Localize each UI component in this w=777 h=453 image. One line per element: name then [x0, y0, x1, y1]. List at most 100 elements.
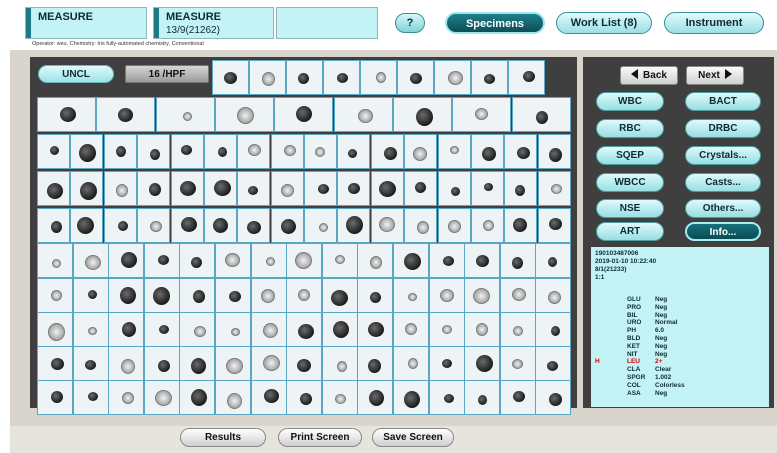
cell-image[interactable] — [179, 312, 215, 347]
cell-image[interactable] — [251, 380, 287, 415]
cell-image[interactable] — [96, 97, 155, 132]
cell-image[interactable] — [357, 278, 393, 313]
cell-image[interactable] — [512, 97, 571, 132]
cell-image[interactable] — [137, 134, 170, 169]
cell-image[interactable] — [108, 278, 144, 313]
cell-image[interactable] — [286, 312, 322, 347]
cell-image[interactable] — [429, 243, 465, 278]
category-button-wbc[interactable]: WBC — [596, 92, 664, 111]
cell-image[interactable] — [73, 346, 109, 381]
cell-image[interactable] — [393, 380, 429, 415]
category-button-sqep[interactable]: SQEP — [596, 146, 664, 165]
cell-image[interactable] — [393, 278, 429, 313]
cell-image[interactable] — [323, 60, 360, 95]
back-button[interactable]: Back — [620, 66, 678, 85]
cell-image[interactable] — [371, 134, 404, 169]
cell-image[interactable] — [538, 171, 571, 206]
cell-image[interactable] — [286, 243, 322, 278]
cell-image[interactable] — [70, 208, 103, 243]
cell-image[interactable] — [215, 346, 251, 381]
cell-image[interactable] — [73, 243, 109, 278]
cell-image[interactable] — [286, 346, 322, 381]
cell-image[interactable] — [304, 171, 337, 206]
cell-image[interactable] — [108, 346, 144, 381]
cell-image[interactable] — [397, 60, 434, 95]
cell-image[interactable] — [538, 134, 571, 169]
cell-image[interactable] — [37, 134, 70, 169]
cell-image[interactable] — [215, 380, 251, 415]
category-label-pill[interactable]: UNCL — [38, 65, 114, 83]
cell-image[interactable] — [70, 171, 103, 206]
cell-image[interactable] — [104, 208, 137, 243]
cell-image[interactable] — [357, 380, 393, 415]
cell-image[interactable] — [179, 278, 215, 313]
cell-image[interactable] — [37, 97, 96, 132]
help-button[interactable]: ? — [395, 13, 425, 33]
cell-image[interactable] — [471, 208, 504, 243]
cell-image[interactable] — [237, 208, 270, 243]
cell-image[interactable] — [464, 312, 500, 347]
cell-image[interactable] — [70, 134, 103, 169]
cell-image[interactable] — [322, 346, 358, 381]
cell-image[interactable] — [504, 134, 537, 169]
cell-image[interactable] — [171, 171, 204, 206]
results-button[interactable]: Results — [180, 428, 266, 447]
cell-image[interactable] — [404, 171, 437, 206]
cell-image[interactable] — [464, 243, 500, 278]
cell-image[interactable] — [274, 97, 333, 132]
tab-work-list[interactable]: Work List (8) — [556, 12, 652, 34]
cell-image[interactable] — [429, 380, 465, 415]
cell-image[interactable] — [538, 208, 571, 243]
cell-image[interactable] — [37, 380, 73, 415]
cell-image[interactable] — [271, 171, 304, 206]
cell-image[interactable] — [535, 380, 571, 415]
cell-image[interactable] — [500, 346, 536, 381]
cell-image[interactable] — [237, 134, 270, 169]
cell-image[interactable] — [393, 312, 429, 347]
cell-image[interactable] — [215, 312, 251, 347]
cell-image[interactable] — [334, 97, 393, 132]
cell-image[interactable] — [286, 278, 322, 313]
cell-image[interactable] — [237, 171, 270, 206]
cell-image[interactable] — [357, 346, 393, 381]
cell-image[interactable] — [144, 346, 180, 381]
category-button-others[interactable]: Others... — [685, 199, 761, 218]
cell-image[interactable] — [179, 346, 215, 381]
cell-image[interactable] — [357, 243, 393, 278]
tab-specimens[interactable]: Specimens — [445, 12, 545, 34]
cell-image[interactable] — [179, 380, 215, 415]
cell-image[interactable] — [144, 243, 180, 278]
category-button-bact[interactable]: BACT — [685, 92, 761, 111]
cell-image[interactable] — [37, 312, 73, 347]
cell-image[interactable] — [108, 312, 144, 347]
category-button-crystals[interactable]: Crystals... — [685, 146, 761, 165]
cell-image[interactable] — [271, 134, 304, 169]
cell-image[interactable] — [337, 171, 370, 206]
category-button-nse[interactable]: NSE — [596, 199, 664, 218]
cell-image[interactable] — [471, 60, 508, 95]
cell-image[interactable] — [251, 346, 287, 381]
cell-image[interactable] — [171, 134, 204, 169]
cell-image[interactable] — [371, 171, 404, 206]
next-button[interactable]: Next — [686, 66, 744, 85]
cell-image[interactable] — [337, 208, 370, 243]
cell-image[interactable] — [322, 278, 358, 313]
cell-image[interactable] — [37, 208, 70, 243]
cell-image[interactable] — [357, 312, 393, 347]
cell-image[interactable] — [393, 243, 429, 278]
cell-image[interactable] — [215, 278, 251, 313]
category-button-drbc[interactable]: DRBC — [685, 119, 761, 138]
print-screen-button[interactable]: Print Screen — [278, 428, 362, 447]
cell-image[interactable] — [215, 97, 274, 132]
cell-image[interactable] — [508, 60, 545, 95]
tab-instrument[interactable]: Instrument — [664, 12, 764, 34]
save-screen-button[interactable]: Save Screen — [372, 428, 454, 447]
cell-image[interactable] — [137, 171, 170, 206]
cell-image[interactable] — [535, 312, 571, 347]
cell-image[interactable] — [137, 208, 170, 243]
cell-image[interactable] — [504, 171, 537, 206]
cell-image[interactable] — [371, 208, 404, 243]
cell-image[interactable] — [535, 278, 571, 313]
cell-image[interactable] — [535, 243, 571, 278]
cell-image[interactable] — [179, 243, 215, 278]
